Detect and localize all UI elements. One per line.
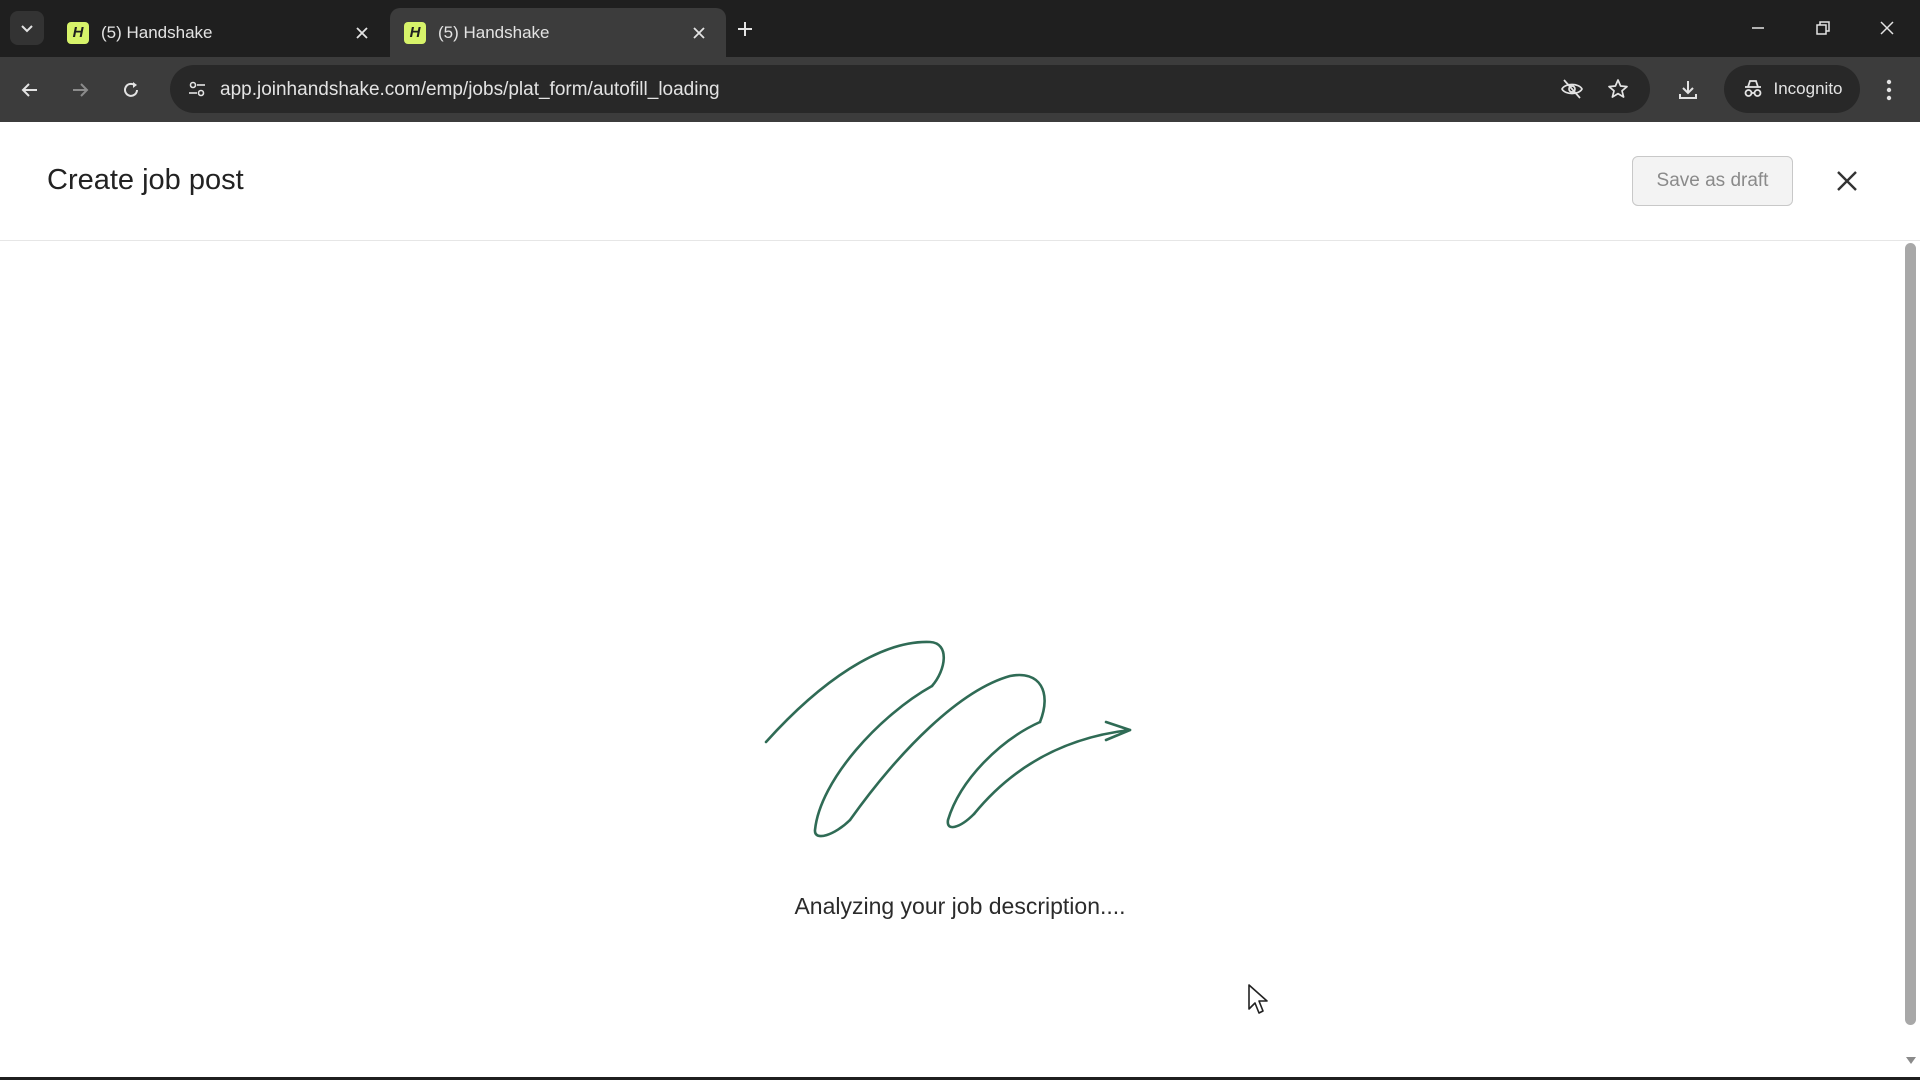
kebab-icon	[1886, 79, 1892, 101]
scribble-stroke-5	[972, 728, 1132, 816]
tab-handshake-1[interactable]: H (5) Handshake	[53, 8, 389, 57]
loading-status-text: Analyzing your job description....	[794, 893, 1126, 919]
star-icon	[1608, 79, 1628, 98]
download-icon	[1679, 81, 1697, 99]
close-icon	[1880, 21, 1894, 35]
incognito-indicator[interactable]: Incognito	[1724, 65, 1860, 113]
close-icon	[1837, 171, 1857, 191]
close-icon	[356, 26, 368, 39]
handshake-logo-icon: H	[404, 21, 426, 44]
address-bar[interactable]: app.joinhandshake.com/emp/jobs/plat_form…	[170, 65, 1650, 113]
plus-icon	[738, 22, 752, 36]
restore-icon	[1816, 21, 1830, 35]
handshake-logo-icon: H	[67, 21, 89, 44]
tune-icon	[189, 81, 205, 97]
browser-menu-button[interactable]	[1872, 73, 1906, 107]
loading-scribble-animation	[764, 640, 1132, 838]
tab-handshake-2[interactable]: H (5) Handshake	[390, 8, 726, 57]
reload-icon	[124, 82, 138, 97]
arrow-right-icon	[73, 83, 89, 97]
scribble-stroke-1	[764, 640, 945, 744]
forward-button[interactable]	[63, 73, 97, 107]
close-job-post-button[interactable]	[1828, 162, 1866, 200]
restore-button[interactable]	[1806, 12, 1840, 44]
downloads-button[interactable]	[1671, 73, 1705, 107]
back-button[interactable]	[13, 73, 47, 107]
tracking-protection-button[interactable]	[1556, 73, 1588, 105]
scribble-stroke-3	[848, 673, 1046, 822]
arrow-left-icon	[21, 83, 37, 97]
eye-slash-icon	[1561, 79, 1583, 99]
page-header: Create job post Save as draft	[0, 122, 1920, 241]
favicon-letter: H	[72, 24, 84, 41]
mouse-cursor-icon	[1248, 984, 1268, 1014]
browser-tab-strip: H (5) Handshake H (5) Handshake	[0, 0, 1920, 57]
incognito-label: Incognito	[1773, 79, 1843, 98]
chevron-down-icon	[21, 25, 33, 33]
tab-title: (5) Handshake	[101, 22, 213, 42]
favicon-letter: H	[409, 24, 421, 41]
scribble-stroke-4	[946, 720, 1042, 829]
bookmark-button[interactable]	[1602, 73, 1634, 105]
window-close-button[interactable]	[1870, 12, 1904, 44]
scroll-down-arrow-icon[interactable]	[1904, 1055, 1918, 1067]
site-info-button[interactable]	[180, 72, 214, 106]
scribble-stroke-2	[813, 684, 934, 838]
tab-close-button[interactable]	[686, 20, 712, 46]
page-title: Create job post	[47, 164, 244, 196]
reload-button[interactable]	[114, 73, 148, 107]
minimize-button[interactable]	[1741, 12, 1775, 44]
minimize-icon	[1752, 27, 1764, 29]
close-icon	[693, 26, 705, 39]
tab-title: (5) Handshake	[438, 22, 550, 42]
url-text[interactable]: app.joinhandshake.com/emp/jobs/plat_form…	[220, 79, 720, 101]
tab-close-button[interactable]	[349, 20, 375, 46]
browser-toolbar: app.joinhandshake.com/emp/jobs/plat_form…	[0, 57, 1920, 122]
save-as-draft-button[interactable]: Save as draft	[1632, 156, 1793, 206]
incognito-icon	[1744, 80, 1761, 97]
new-tab-button[interactable]	[730, 14, 760, 44]
tab-search-button[interactable]	[10, 11, 44, 45]
